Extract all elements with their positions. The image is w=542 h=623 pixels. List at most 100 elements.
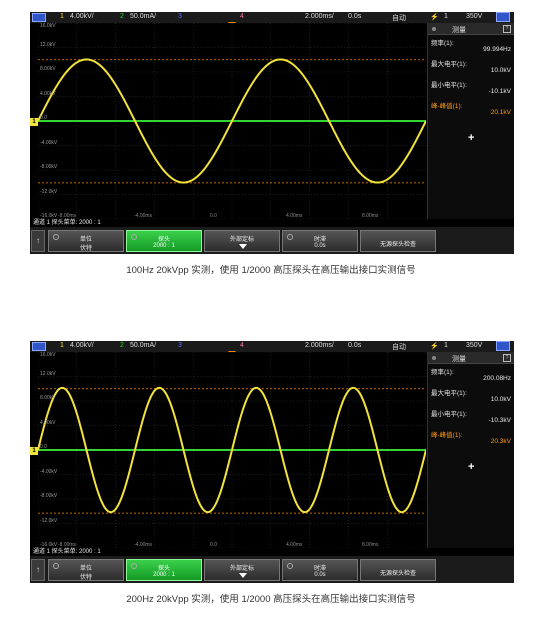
softkey-skew[interactable]: 时滞 0.0s (282, 230, 358, 252)
measurement-header: 测量 ? (428, 352, 514, 364)
measurement-title: 测量 (452, 27, 466, 34)
trigger-level[interactable]: 350V (466, 342, 482, 349)
back-button[interactable]: ↑ (31, 559, 45, 581)
softkey-passive-probe-check[interactable]: 无源探头检查 (360, 230, 436, 252)
ch1-scale[interactable]: 4.00kV/ (70, 13, 94, 20)
measurement-title: 测量 (452, 356, 466, 363)
softkey-external-scale[interactable]: 外部定标 (204, 559, 280, 581)
measure-dot-icon (432, 27, 436, 31)
waveform-grid (38, 352, 426, 548)
waveform-canvas (38, 352, 426, 548)
ch2-scale[interactable]: 50.0mA/ (130, 342, 156, 349)
back-button[interactable]: ↑ (31, 230, 45, 252)
softkey-label: 探头 (157, 566, 170, 572)
ch3-number[interactable]: 3 (178, 342, 182, 349)
info-icon[interactable]: ? (503, 354, 511, 362)
softkey-skew[interactable]: 时滞 0.0s (282, 559, 358, 581)
menu-title: 通道 1 探头菜单: 2000 : 1 (30, 219, 514, 227)
caption-100hz: 100Hz 20kVpp 实测，使用 1/2000 高压探头在高压输出接口实测信… (126, 265, 416, 276)
softkey-value: 0.0s (314, 243, 326, 249)
softkey-value: 2000 : 1 (153, 243, 175, 249)
measure-value: -10.3kV (488, 417, 511, 424)
y-axis-label: -8.00kV (40, 164, 58, 170)
y-axis-label: 4.00kV (40, 90, 56, 97)
measure-min: 最小电平(1): -10.3kV (428, 406, 514, 427)
softkey-units[interactable]: 单位 伏特 (48, 559, 124, 581)
waveform-canvas (38, 23, 426, 219)
softkey-value: 伏特 (79, 246, 92, 252)
add-measurement-button[interactable]: + (468, 132, 474, 144)
status-bar: 1 4.00kV/ 2 50.0mA/ 3 4 2.000ms/ 0.0s 自动… (30, 12, 514, 23)
measure-max: 最大电平(1): 10.0kV (428, 385, 514, 406)
y-axis-label: -4.00kV (40, 468, 58, 475)
softkey-bar: ↑ 单位 伏特 探头 2000 : 1 外部定标 时滞 0.0s 无源探头检查 (30, 556, 514, 583)
trigger-mode[interactable]: 自动 (392, 342, 406, 352)
softkey-value: 0.0s (314, 572, 326, 578)
softkey-label: 外部定标 (229, 237, 254, 243)
measure-value: 200.08Hz (483, 375, 511, 382)
ch1-number[interactable]: 1 (60, 342, 64, 349)
measure-label: 最小电平(1): (431, 411, 467, 418)
submenu-arrow-icon (239, 573, 247, 578)
ch2-scale[interactable]: 50.0mA/ (130, 13, 156, 20)
softkey-external-scale[interactable]: 外部定标 (204, 230, 280, 252)
measurement-header: 测量 ? (428, 23, 514, 35)
y-axis-label: 4.00kV (40, 419, 56, 426)
trigger-icon: ⚡ (430, 14, 439, 21)
help-icon[interactable] (496, 341, 510, 351)
softkey-value: 伏特 (79, 575, 92, 581)
measure-value: 10.0kV (490, 396, 511, 403)
softkey-bar: ↑ 单位 伏特 探头 2000 : 1 外部定标 时滞 0.0s 无源探头检查 (30, 227, 514, 254)
measure-label: 频率(1): (431, 369, 454, 376)
ch3-number[interactable]: 3 (178, 13, 182, 20)
ch4-number[interactable]: 4 (240, 342, 244, 349)
menu-title: 通道 1 探头菜单: 2000 : 1 (30, 548, 514, 556)
info-icon[interactable]: ? (503, 25, 511, 33)
softkey-probe[interactable]: 探头 2000 : 1 (126, 559, 202, 581)
measure-frequency: 频率(1): 200.08Hz (428, 364, 514, 385)
y-axis-label: 12.0kV (40, 370, 56, 377)
measure-min: 最小电平(1): -10.1kV (428, 77, 514, 98)
scope-logo-icon (32, 13, 46, 22)
measure-peak-to-peak: 峰-峰值(1): 20.3kV (428, 427, 514, 448)
ch2-number[interactable]: 2 (120, 342, 124, 349)
trigger-level[interactable]: 350V (466, 13, 482, 20)
submenu-arrow-icon (239, 244, 247, 249)
delay[interactable]: 0.0s (348, 342, 361, 349)
measurement-panel: 测量 ? 频率(1): 200.08Hz 最大电平(1): 10.0kV 最小电… (427, 352, 514, 548)
timebase[interactable]: 2.000ms/ (305, 342, 334, 349)
measure-max: 最大电平(1): 10.0kV (428, 56, 514, 77)
y-axis-label: 16.0kV (40, 352, 56, 358)
waveform-grid (38, 23, 426, 219)
add-measurement-button[interactable]: + (468, 461, 474, 473)
softkey-label: 外部定标 (229, 566, 254, 572)
trigger-source[interactable]: 1 (444, 13, 448, 20)
softkey-probe[interactable]: 探头 2000 : 1 (126, 230, 202, 252)
ch4-number[interactable]: 4 (240, 13, 244, 20)
y-axis-label: -8.00kV (40, 493, 58, 499)
softkey-label: 时滞 (313, 237, 326, 243)
softkey-label: 单位 (79, 237, 92, 243)
timebase[interactable]: 2.000ms/ (305, 13, 334, 20)
measure-label: 峰-峰值(1): (431, 432, 463, 439)
ch1-scale[interactable]: 4.00kV/ (70, 342, 94, 349)
softkey-label: 无源探头检查 (379, 571, 416, 577)
y-axis-label: 8.00kV (40, 66, 56, 72)
delay[interactable]: 0.0s (348, 13, 361, 20)
softkey-units[interactable]: 单位 伏特 (48, 230, 124, 252)
measure-label: 最大电平(1): (431, 61, 467, 68)
measurement-panel: 测量 ? 频率(1): 99.994Hz 最大电平(1): 10.0kV 最小电… (427, 23, 514, 219)
y-axis-label: -12.0kV (40, 517, 58, 524)
ch2-number[interactable]: 2 (120, 13, 124, 20)
measure-value: 10.0kV (490, 67, 511, 74)
ch1-ground-marker[interactable]: 1 (30, 447, 38, 455)
trigger-mode[interactable]: 自动 (392, 13, 406, 23)
help-icon[interactable] (496, 12, 510, 22)
softkey-label: 无源探头检查 (379, 242, 416, 248)
oscilloscope-screen-200hz: 1 4.00kV/ 2 50.0mA/ 3 4 2.000ms/ 0.0s 自动… (30, 341, 514, 583)
softkey-passive-probe-check[interactable]: 无源探头检查 (360, 559, 436, 581)
ch1-ground-marker[interactable]: 1 (30, 118, 38, 126)
softkey-label: 时滞 (313, 566, 326, 572)
trigger-source[interactable]: 1 (444, 342, 448, 349)
ch1-number[interactable]: 1 (60, 13, 64, 20)
